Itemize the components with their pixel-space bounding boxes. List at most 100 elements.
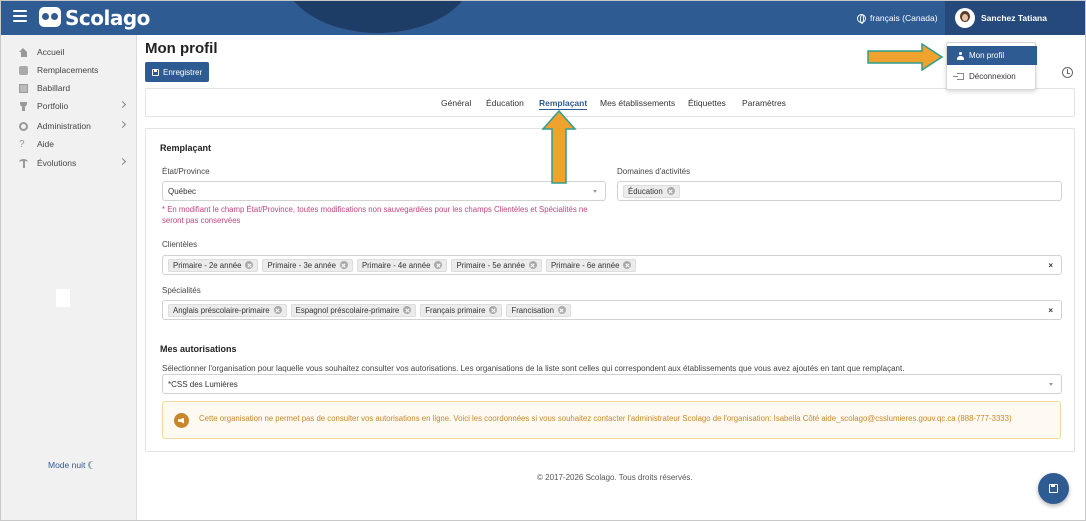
annotation-arrow-up (541, 109, 577, 184)
top-bar: Scolago français (Canada) Sanchez Tatian… (1, 1, 1085, 35)
menu-item-mon-profil[interactable]: Mon profil (947, 46, 1037, 65)
tag-label: Éducation (628, 186, 663, 196)
clear-all-icon[interactable]: × (1048, 306, 1053, 315)
menu-item-deconnexion[interactable]: Déconnexion (947, 67, 1037, 86)
sidebar-item-remplacements[interactable]: Remplacements (19, 63, 131, 77)
tag-chip: Français primaire (420, 303, 503, 317)
tab-parametres[interactable]: Paramètres (742, 98, 786, 108)
organisation-select[interactable]: *CSS des Lumières (162, 374, 1062, 394)
sidebar-item-label: Portfolio (37, 101, 69, 111)
sidebar-item-aide[interactable]: ? Aide (19, 137, 131, 151)
replacements-icon (19, 65, 28, 75)
menu-item-label: Déconnexion (969, 72, 1016, 81)
chevron-right-icon (118, 100, 127, 109)
tag-label: Anglais préscolaire-primaire (173, 305, 270, 315)
tag-label: Français primaire (425, 305, 486, 315)
caret-down-icon (593, 190, 597, 193)
remove-tag-icon[interactable] (489, 306, 498, 314)
sidebar-item-label: Remplacements (37, 65, 99, 75)
sidebar-item-label: Babillard (37, 83, 71, 93)
autorisations-description: Sélectionner l'organisation pour laquell… (162, 364, 905, 373)
chevron-right-icon (118, 157, 127, 166)
remove-tag-icon[interactable] (557, 306, 566, 314)
tag-chip: Primaire - 5e année (451, 258, 542, 272)
annotation-arrow-right (867, 42, 944, 72)
specialites-select[interactable]: Anglais préscolaire-primaire Espagnol pr… (162, 300, 1062, 320)
board-icon (19, 83, 28, 93)
sidebar-item-label: Administration (37, 121, 91, 131)
owl-logo-icon (39, 7, 61, 27)
domaines-label: Domaines d'activités (617, 167, 691, 176)
clienteles-select[interactable]: Primaire - 2e année Primaire - 3e année … (162, 255, 1062, 275)
remove-tag-icon[interactable] (339, 261, 348, 269)
tag-chip: Primaire - 2e année (168, 258, 259, 272)
tag-label: Primaire - 3e année (267, 260, 336, 270)
section-heading-remplacant: Remplaçant (160, 143, 212, 153)
history-icon[interactable] (1062, 67, 1073, 78)
clienteles-label: Clientèles (162, 240, 198, 249)
floating-save-button[interactable] (1038, 473, 1069, 504)
app-logo-text[interactable]: Scolago (65, 6, 150, 30)
tab-education[interactable]: Éducation (486, 98, 524, 108)
remove-tag-icon[interactable] (623, 261, 632, 269)
tab-general[interactable]: Général (441, 98, 471, 108)
menu-item-label: Mon profil (969, 51, 1005, 60)
domaines-select[interactable]: Éducation (617, 181, 1062, 201)
footer-copyright: © 2017-2026 Scolago. Tous droits réservé… (537, 473, 693, 482)
clear-all-icon[interactable]: × (1048, 261, 1053, 270)
section-heading-autorisations: Mes autorisations (160, 344, 237, 354)
save-button[interactable]: Enregistrer (145, 62, 210, 82)
remove-tag-icon[interactable] (528, 261, 537, 269)
tag-label: Primaire - 4e année (361, 260, 431, 270)
tab-etiquettes[interactable]: Étiquettes (688, 98, 726, 108)
organisation-value: *CSS des Lumières (168, 379, 238, 389)
sidebar-item-portfolio[interactable]: Portfolio (19, 99, 131, 113)
home-icon (19, 47, 28, 57)
user-dropdown-menu: Mon profil Déconnexion (946, 42, 1037, 90)
remove-tag-icon[interactable] (666, 187, 675, 195)
language-selector[interactable]: français (Canada) (857, 13, 938, 24)
sidebar: Accueil Remplacements Babillard Portfoli… (1, 35, 137, 520)
sidebar-item-label: Évolutions (37, 158, 77, 168)
sidebar-item-administration[interactable]: Administration (19, 119, 131, 133)
language-label: français (Canada) (870, 13, 938, 23)
globe-icon (857, 13, 866, 24)
profile-card: Remplaçant État/Province Québec * En mod… (145, 128, 1075, 452)
moon-icon (90, 461, 98, 469)
tag-label: Espagnol préscolaire-primaire (295, 305, 400, 315)
tag-chip: Primaire - 4e année (356, 258, 448, 272)
app-window: Scolago français (Canada) Sanchez Tatian… (0, 0, 1086, 521)
tag-chip: Éducation (623, 184, 680, 198)
tag-chip: Anglais préscolaire-primaire (168, 303, 287, 317)
sidebar-item-babillard[interactable]: Babillard (19, 81, 131, 95)
tag-label: Primaire - 5e année (456, 260, 525, 270)
night-mode-toggle[interactable]: Mode nuit (48, 460, 98, 470)
night-mode-label: Mode nuit (48, 460, 86, 470)
header-decoration (283, 1, 473, 33)
alert-text: Cette organisation ne permet pas de cons… (199, 414, 1012, 423)
tag-chip: Primaire - 6e année (545, 258, 637, 272)
avatar (955, 8, 975, 28)
plant-icon (19, 158, 28, 168)
remove-tag-icon[interactable] (273, 306, 282, 314)
tag-label: Francisation (511, 305, 554, 315)
sidebar-item-accueil[interactable]: Accueil (19, 45, 131, 59)
remove-tag-icon[interactable] (403, 306, 412, 314)
sidebar-item-label: Aide (37, 139, 55, 149)
save-icon (152, 68, 159, 76)
megaphone-icon (174, 413, 189, 428)
sidebar-placeholder (56, 289, 70, 307)
user-menu-toggle[interactable]: Sanchez Tatiana (945, 1, 1085, 35)
etat-province-label: État/Province (162, 167, 210, 176)
remove-tag-icon[interactable] (245, 261, 254, 269)
user-name: Sanchez Tatiana (981, 13, 1047, 23)
remove-tag-icon[interactable] (434, 261, 443, 269)
menu-icon[interactable] (13, 10, 27, 24)
tag-chip: Espagnol préscolaire-primaire (290, 303, 417, 317)
autorisations-alert: Cette organisation ne permet pas de cons… (162, 401, 1061, 439)
sidebar-item-evolutions[interactable]: Évolutions (19, 156, 131, 170)
gear-icon (19, 121, 28, 131)
tab-mes-etablissements[interactable]: Mes établissements (600, 98, 675, 108)
sidebar-item-label: Accueil (37, 47, 65, 57)
etat-province-select[interactable]: Québec (162, 181, 606, 201)
